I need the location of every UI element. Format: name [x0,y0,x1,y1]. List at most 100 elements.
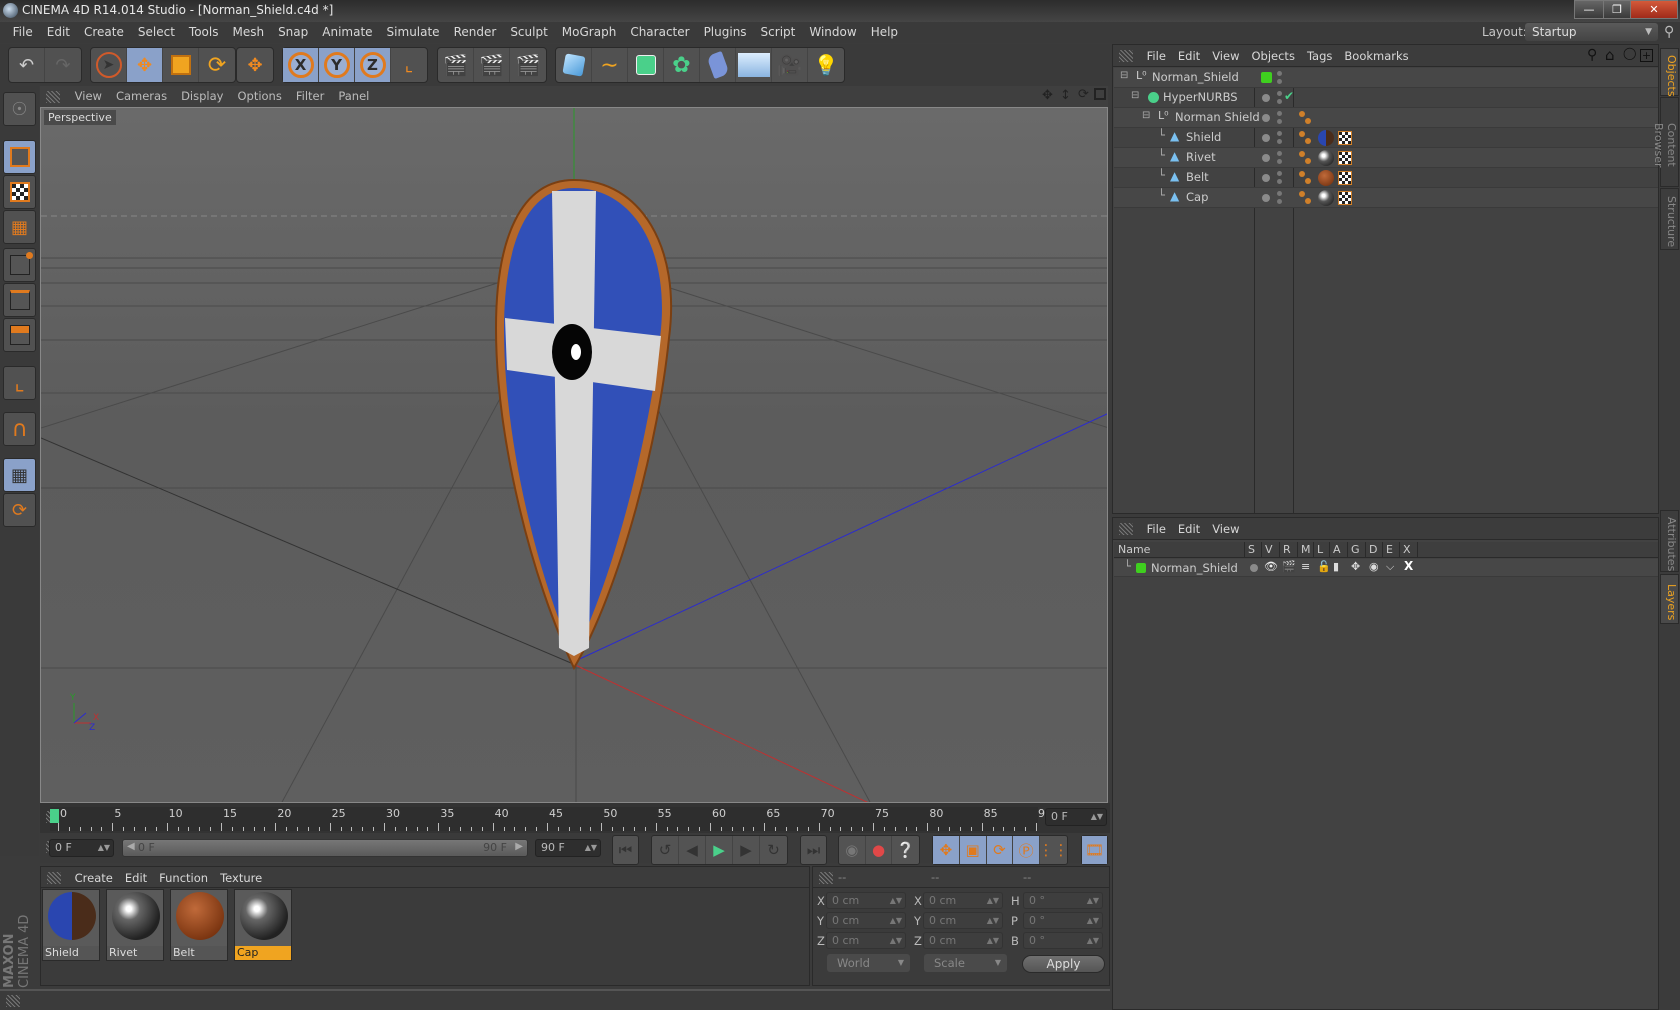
previous-key-icon[interactable]: ↺ [652,836,679,864]
z-axis-icon[interactable]: Z [355,48,391,82]
panel-grip[interactable] [6,995,20,1007]
menu-window[interactable]: Window [802,22,863,43]
deformer-icon[interactable]: ◉ [1369,560,1379,573]
uvw-tag-icon[interactable] [1338,151,1352,165]
snap-magnet-icon[interactable]: ∩ [3,412,36,446]
rotate-icon[interactable]: ⟳ [199,48,235,82]
lm-menu-file[interactable]: File [1141,518,1172,540]
maximize-view-icon[interactable] [1094,88,1106,100]
close-button[interactable]: ✕ [1630,0,1678,19]
object-row-cap[interactable]: └ ▲ Cap [1114,188,1658,208]
go-to-end-icon[interactable]: ⏭ [801,836,826,864]
editor-visibility-dot[interactable] [1277,171,1282,176]
render-visibility-dot[interactable] [1277,199,1282,204]
tab-structure[interactable]: Structure [1660,188,1679,250]
spinner-icon[interactable]: ▲▼ [1087,933,1099,948]
spinner-icon[interactable]: ▲▼ [585,840,597,856]
size-x-field[interactable]: 0 cm ▲▼ [923,892,1003,909]
make-editable-icon[interactable]: ☉ [3,92,36,126]
minimize-button[interactable]: — [1574,0,1604,19]
menu-render[interactable]: Render [447,22,504,43]
live-selection-icon[interactable]: ➤ [91,48,127,82]
workplane-mode-icon[interactable]: ▦ [3,210,36,244]
render-visibility-dot[interactable] [1277,139,1282,144]
dolly-icon[interactable]: ↕ [1060,88,1071,103]
axis-mode-icon[interactable]: ⌞ [3,366,36,400]
menu-simulate[interactable]: Simulate [380,22,447,43]
maximize-button[interactable]: ❐ [1603,0,1631,19]
col-deformers[interactable]: D [1366,542,1383,558]
render-visibility-dot[interactable] [1277,119,1282,124]
range-right-arrow-icon[interactable]: ▶ [515,841,523,852]
viewport-menu-cameras[interactable]: Cameras [109,86,174,107]
lock-icon[interactable]: 🔓 [1317,560,1331,573]
tab-objects[interactable]: Objects [1660,48,1679,97]
material-menu-texture[interactable]: Texture [214,867,268,889]
spinner-icon[interactable]: ▲▼ [987,913,999,928]
material-tag-cap[interactable] [1318,190,1334,206]
coordinate-system-icon[interactable]: ⌞ [391,48,427,82]
orbit-icon[interactable]: ⟳ [1078,87,1089,102]
menu-animate[interactable]: Animate [315,22,379,43]
spinner-icon[interactable]: ▲▼ [987,933,999,948]
tab-attributes[interactable]: Attributes [1660,510,1679,572]
redo-icon[interactable]: ↷ [45,48,81,82]
new-view-icon[interactable]: + [1640,49,1653,62]
col-visible[interactable]: V [1262,542,1280,558]
pos-y-field[interactable]: 0 cm ▲▼ [826,912,906,929]
uvw-tag-icon[interactable] [1338,191,1352,205]
timeline-ruler[interactable]: 051015202530354045505560657075808590 [50,807,1052,831]
render-visibility-dot[interactable] [1277,159,1282,164]
enabled-check-icon[interactable]: ✔ [1284,89,1294,103]
collapse-icon[interactable]: ⊟ [1142,110,1150,121]
rot-p-field[interactable]: 0 ° ▲▼ [1023,912,1103,929]
object-row-belt[interactable]: └ ▲ Belt [1114,168,1658,188]
object-row-norman-shield-null[interactable]: ⊟ L⁰ Norman Shield [1114,108,1658,128]
menu-plugins[interactable]: Plugins [697,22,754,43]
object-row-rivet[interactable]: └ ▲ Rivet [1114,148,1658,168]
menu-character[interactable]: Character [623,22,696,43]
point-level-icon[interactable]: ⋮⋮ [1039,836,1069,864]
editor-visibility-dot[interactable] [1277,91,1282,96]
spinner-icon[interactable]: ▲▼ [1087,893,1099,908]
parameter-track-icon[interactable]: Ⓟ [1013,836,1040,864]
editor-visibility-dot[interactable] [1277,151,1282,156]
layout-dropdown[interactable]: Startup ▼ [1525,23,1658,41]
col-locked[interactable]: L [1314,542,1330,558]
floor-icon[interactable] [736,48,772,82]
position-track-icon[interactable]: ✥ [933,836,960,864]
cube-icon[interactable] [556,48,592,82]
menu-tools[interactable]: Tools [182,22,226,43]
panel-grip[interactable] [1119,523,1133,535]
spinner-icon[interactable]: ▲▼ [890,913,902,928]
texture-mode-icon[interactable] [3,175,36,209]
layer-dot[interactable] [1262,114,1270,122]
lock-workplane-icon[interactable]: ▦ [3,458,36,492]
array-icon[interactable]: ✿ [664,48,700,82]
edges-mode-icon[interactable] [3,283,36,317]
scale-icon[interactable] [163,48,199,82]
animation-icon[interactable]: ▮ [1333,560,1339,573]
viewport-menu-options[interactable]: Options [230,86,288,107]
expression-icon[interactable]: ⌵ [1386,560,1394,574]
menu-file[interactable]: File [6,22,40,43]
viewport-menu-display[interactable]: Display [174,86,230,107]
uvw-tag-icon[interactable] [1338,131,1352,145]
col-render[interactable]: R [1280,542,1298,558]
layer-dot[interactable] [1262,174,1270,182]
uvw-tag-icon[interactable] [1338,171,1352,185]
lm-menu-view[interactable]: View [1206,518,1245,540]
material-tag-shield[interactable] [1318,130,1334,146]
record-keys-icon[interactable]: ● [866,836,893,864]
material-tag-rivet[interactable] [1318,150,1334,166]
preview-range-slider[interactable]: ◀ 0 F 90 F ▶ [122,839,528,857]
col-manager[interactable]: M [1298,542,1314,558]
timeline-icon[interactable]: 🎞 [1082,836,1107,864]
collapse-icon[interactable]: ⊟ [1131,90,1139,101]
spinner-icon[interactable]: ▲▼ [1087,913,1099,928]
render-visibility-dot[interactable] [1277,79,1282,84]
editor-visibility-dot[interactable] [1277,131,1282,136]
xref-icon[interactable]: X [1404,559,1413,573]
object-row-shield[interactable]: └ ▲ Shield [1114,128,1658,148]
next-frame-icon[interactable]: ▶ [733,836,760,864]
